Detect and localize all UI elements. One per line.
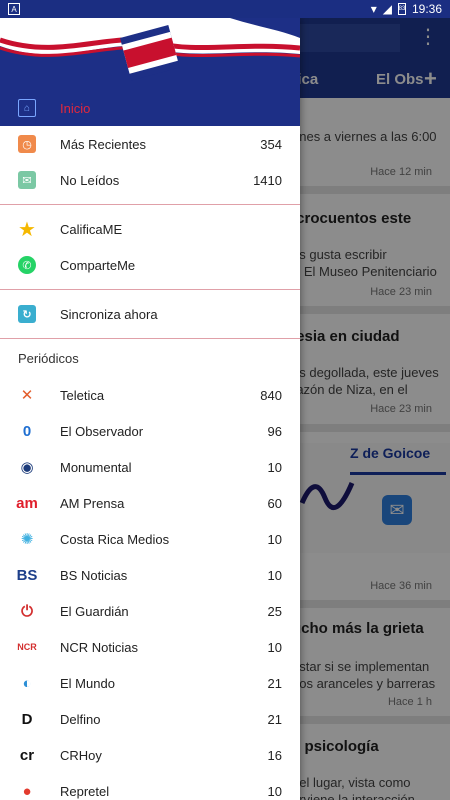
- menu-item-no-leidos[interactable]: ✉ No Leídos 1410: [0, 162, 300, 198]
- status-bar: A ▾ ◢ 83 19:36: [0, 0, 450, 18]
- bsnoticias-logo-icon: BS: [16, 566, 38, 584]
- menu-item-mas-recientes[interactable]: ◷ Más Recientes 354: [0, 126, 300, 162]
- clock-time: 19:36: [411, 2, 442, 16]
- newspaper-name: Delfino: [60, 711, 101, 727]
- menu-item-label: No Leídos: [60, 172, 120, 188]
- menu-item-sincroniza[interactable]: ↻ Sincroniza ahora: [0, 296, 300, 332]
- sync-icon: ↻: [18, 305, 36, 323]
- newspaper-name: Teletica: [60, 387, 105, 403]
- newspaper-item[interactable]: ✺ Costa Rica Medios 10: [0, 521, 300, 557]
- menu-item-label: ComparteMe: [60, 257, 136, 273]
- item-count: 10: [267, 459, 282, 475]
- newspaper-name: AM Prensa: [60, 495, 125, 511]
- signal-icon: ◢: [382, 2, 392, 16]
- newspaper-name: CRHoy: [60, 747, 102, 763]
- drawer-header: ⌂ Inicio: [0, 18, 300, 126]
- wifi-icon: ▾: [370, 2, 377, 16]
- item-count: 10: [267, 531, 282, 547]
- menu-item-comparteme[interactable]: ✆ ComparteMe: [0, 247, 300, 283]
- home-icon: ⌂: [18, 99, 36, 117]
- item-count: 10: [267, 639, 282, 655]
- item-count: 96: [267, 423, 282, 439]
- ncr-logo-icon: NCR: [17, 642, 37, 652]
- menu-item-label: Inicio: [60, 100, 91, 116]
- newspaper-item[interactable]: ✕ Teletica 840: [0, 377, 300, 413]
- newspaper-item[interactable]: ● Repretel 10: [0, 773, 300, 800]
- item-count: 60: [267, 495, 282, 511]
- teletica-logo-icon: ✕: [20, 387, 34, 404]
- item-count: 10: [267, 783, 282, 799]
- notification-icon: A: [8, 3, 20, 15]
- battery-icon: 83: [397, 3, 406, 15]
- newspaper-item[interactable]: D Delfino 21: [0, 701, 300, 737]
- item-count: 21: [267, 675, 282, 691]
- newspaper-name: El Guardián: [60, 603, 129, 619]
- menu-item-calificame[interactable]: ★ CalificaME: [0, 211, 300, 247]
- newspaper-name: BS Noticias: [60, 567, 128, 583]
- newspaper-item[interactable]: ◐ El Mundo 21: [0, 665, 300, 701]
- whatsapp-icon: ✆: [18, 256, 36, 274]
- costa-rica-flag-icon: [0, 18, 300, 98]
- newspaper-item[interactable]: 0 El Observador 96: [0, 413, 300, 449]
- section-title-periodicos: Periódicos: [18, 351, 79, 366]
- item-count: 354: [260, 136, 282, 152]
- item-count: 840: [260, 387, 282, 403]
- crmedios-logo-icon: ✺: [20, 531, 34, 548]
- repretel-logo-icon: ●: [22, 782, 32, 800]
- newspaper-list: ✕ Teletica 840 0 El Observador 96 ◉ Monumental 1…: [0, 377, 300, 800]
- newspaper-item[interactable]: am AM Prensa 60: [0, 485, 300, 521]
- crhoy-logo-icon: cr: [19, 746, 35, 764]
- clock-icon: ◷: [18, 135, 36, 153]
- newspaper-item[interactable]: ⏻ El Guardián 25: [0, 593, 300, 629]
- newspaper-name: NCR Noticias: [60, 639, 139, 655]
- menu-item-label: Sincroniza ahora: [60, 306, 158, 322]
- newspaper-name: El Mundo: [60, 675, 115, 691]
- mail-icon: ✉: [18, 171, 36, 189]
- newspaper-item[interactable]: BS BS Noticias 10: [0, 557, 300, 593]
- monumental-logo-icon: ◉: [20, 459, 34, 476]
- navigation-drawer: ⌂ Inicio ◷ Más Recientes 354 ✉ No Leídos…: [0, 18, 300, 800]
- newspaper-item[interactable]: NCR NCR Noticias 10: [0, 629, 300, 665]
- newspaper-name: Repretel: [60, 783, 110, 799]
- newspaper-item[interactable]: ◉ Monumental 10: [0, 449, 300, 485]
- delfino-logo-icon: D: [21, 710, 33, 728]
- menu-item-inicio[interactable]: ⌂ Inicio: [0, 90, 300, 126]
- newspaper-item[interactable]: cr CRHoy 16: [0, 737, 300, 773]
- newspaper-name: El Observador: [60, 423, 144, 439]
- item-count: 25: [267, 603, 282, 619]
- item-count: 16: [267, 747, 282, 763]
- item-count: 21: [267, 711, 282, 727]
- observador-logo-icon: 0: [22, 422, 32, 440]
- amprensa-logo-icon: am: [16, 494, 38, 512]
- item-count: 10: [267, 567, 282, 583]
- star-icon: ★: [18, 218, 36, 241]
- item-count: 1410: [253, 172, 282, 188]
- menu-item-label: Más Recientes: [60, 136, 146, 152]
- guardian-logo-icon: ⏻: [21, 602, 33, 620]
- elmundo-logo-icon: ◐: [22, 674, 32, 692]
- menu-item-label: CalificaME: [60, 221, 123, 237]
- newspaper-name: Monumental: [60, 459, 132, 475]
- newspaper-name: Costa Rica Medios: [60, 531, 170, 547]
